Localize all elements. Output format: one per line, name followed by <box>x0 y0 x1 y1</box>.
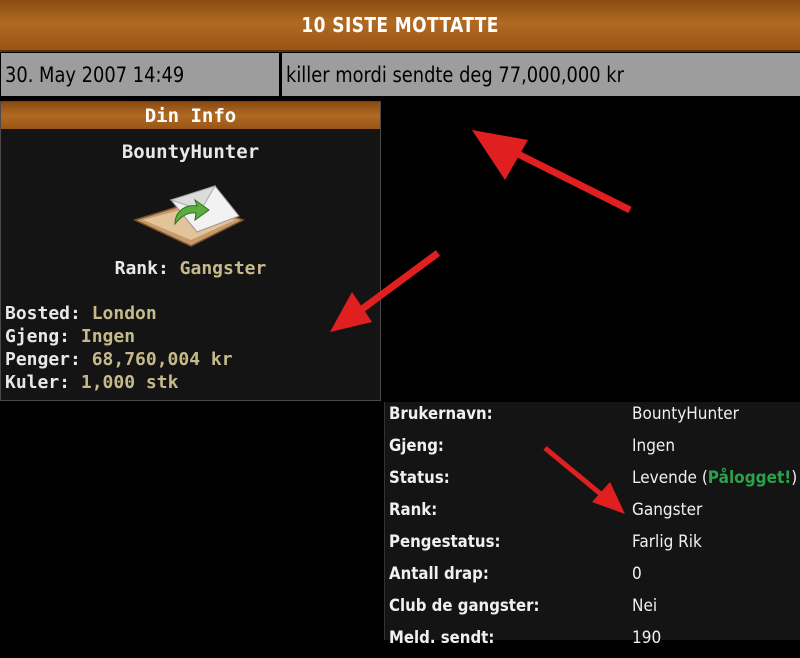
info-item-value: London <box>91 303 157 324</box>
profile-value: Gangster <box>632 500 703 520</box>
profile-label: Antall drap: <box>389 564 489 584</box>
info-item-gjeng: Gjeng: Ingen <box>5 325 233 348</box>
info-rank-value: Gangster <box>179 258 267 279</box>
profile-row-club: Club de gangster: Nei <box>385 594 800 626</box>
profile-label: Pengestatus: <box>389 532 501 552</box>
info-item-value: Ingen <box>80 326 136 347</box>
profile-label: Club de gangster: <box>389 596 540 616</box>
profile-row-antall-drap: Antall drap: 0 <box>385 562 800 594</box>
profile-row-pengestatus: Pengestatus: Farlig Rik <box>385 530 800 562</box>
profile-row-status: Status: Levende (Pålogget!) <box>385 466 800 498</box>
profile-value: Ingen <box>632 436 676 456</box>
info-item-bosted: Bosted: London <box>5 302 233 325</box>
header-bar: 10 SISTE MOTTATTE <box>0 0 800 52</box>
info-box: Din Info BountyHunter Rank: Gangster Bos… <box>0 101 381 401</box>
info-rank-label: Rank: <box>114 258 169 279</box>
profile-row-brukernavn: Brukernavn: BountyHunter <box>385 402 800 434</box>
profile-value: Nei <box>632 596 658 616</box>
info-item-label: Penger: <box>5 349 81 370</box>
message-row: 30. May 2007 14:49 killer mordi sendte d… <box>0 52 800 97</box>
status-paren-open: ( <box>696 468 708 488</box>
profile-row-rank: Rank: Gangster <box>385 498 800 530</box>
status-value: Levende <box>632 468 697 488</box>
info-item-kuler: Kuler: 1,000 stk <box>5 371 233 394</box>
profile-label: Status: <box>389 468 450 488</box>
info-item-label: Kuler: <box>5 372 71 393</box>
status-paren-close: ) <box>791 468 798 488</box>
info-username[interactable]: BountyHunter <box>1 141 380 163</box>
message-text-cell: killer mordi sendte deg 77,000,000 kr <box>282 53 800 96</box>
profile-value: BountyHunter <box>632 404 739 424</box>
profile-row-meld-sendt: Meld. sendt: 190 <box>385 626 800 658</box>
info-rank: Rank: Gangster <box>1 258 380 279</box>
info-item-value: 68,760,004 kr <box>91 349 233 370</box>
online-status: Pålogget! <box>707 468 792 488</box>
profile-table: Brukernavn: BountyHunter Gjeng: Ingen St… <box>384 402 800 648</box>
profile-label: Meld. sendt: <box>389 628 495 648</box>
profile-row-gjeng: Gjeng: Ingen <box>385 434 800 466</box>
info-box-title: Din Info <box>1 102 380 129</box>
message-date-cell: 30. May 2007 14:49 <box>1 53 279 96</box>
info-item-label: Gjeng: <box>5 326 71 347</box>
profile-value: Farlig Rik <box>632 532 702 552</box>
envelope-arrow-icon[interactable] <box>131 180 246 248</box>
info-list: Bosted: London Gjeng: Ingen Penger: 68,7… <box>5 302 233 394</box>
message-text: killer mordi sendte deg 77,000,000 kr <box>286 62 624 87</box>
profile-label: Brukernavn: <box>389 404 493 424</box>
info-item-penger: Penger: 68,760,004 kr <box>5 348 233 371</box>
info-item-label: Bosted: <box>5 303 81 324</box>
info-item-value: 1,000 stk <box>80 372 179 393</box>
profile-value-status: Levende (Pålogget!) <box>632 468 797 488</box>
profile-label: Gjeng: <box>389 436 444 456</box>
header-title: 10 SISTE MOTTATTE <box>301 13 499 37</box>
arrow-to-message <box>498 141 632 214</box>
profile-value: 190 <box>632 628 662 648</box>
message-date: 30. May 2007 14:49 <box>5 62 185 87</box>
profile-label: Rank: <box>389 500 438 520</box>
arrow-head-message <box>472 130 528 180</box>
profile-value: 0 <box>632 564 642 584</box>
